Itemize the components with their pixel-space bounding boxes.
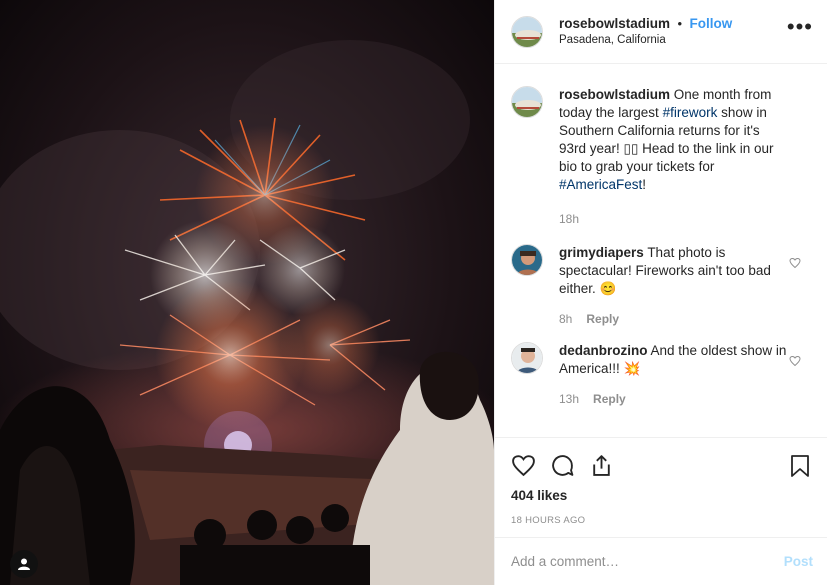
post-sidebar: rosebowlstadium • Follow Pasadena, Calif…: [494, 0, 827, 585]
comment-time[interactable]: 8h: [559, 312, 572, 326]
like-comment-icon[interactable]: [789, 256, 801, 274]
reply-button[interactable]: Reply: [586, 312, 619, 326]
comment-item: grimydiapers That photo is spectacular! …: [511, 244, 811, 328]
avatar[interactable]: [511, 15, 543, 48]
add-comment-bar: Add a comment… Post: [495, 537, 827, 585]
instagram-post: rosebowlstadium • Follow Pasadena, Calif…: [0, 0, 827, 585]
post-header: rosebowlstadium • Follow Pasadena, Calif…: [495, 0, 827, 64]
separator: •: [677, 15, 683, 31]
bookmark-icon[interactable]: [789, 454, 811, 483]
like-heart-icon[interactable]: [511, 453, 536, 478]
avatar[interactable]: [511, 244, 543, 276]
comment-time[interactable]: 13h: [559, 392, 579, 406]
share-icon[interactable]: [589, 453, 614, 478]
hashtag-link[interactable]: #AmericaFest: [559, 177, 642, 192]
follow-button[interactable]: Follow: [690, 16, 733, 31]
more-options-icon[interactable]: •••: [787, 16, 813, 38]
avatar[interactable]: [511, 86, 543, 118]
hashtag-link[interactable]: #firework: [663, 105, 718, 120]
post-photo[interactable]: [0, 0, 494, 585]
comment-input[interactable]: Add a comment…: [511, 554, 619, 569]
post-actions: 404 likes 18 HOURS AGO: [495, 437, 827, 526]
comment-bubble-icon[interactable]: [550, 453, 575, 478]
caption-text: !: [642, 177, 647, 192]
location-link[interactable]: Pasadena, California: [559, 32, 732, 49]
tagged-users-icon[interactable]: [10, 550, 38, 578]
comment-username[interactable]: dedanbrozino: [559, 343, 648, 358]
comment-username[interactable]: grimydiapers: [559, 245, 644, 260]
caption-time[interactable]: 18h: [559, 212, 579, 226]
caption-username[interactable]: rosebowlstadium: [559, 87, 670, 102]
reply-button[interactable]: Reply: [593, 392, 626, 406]
fireworks-image: [0, 0, 494, 585]
post-comment-button[interactable]: Post: [784, 554, 813, 569]
author-username[interactable]: rosebowlstadium: [559, 16, 670, 31]
caption: rosebowlstadium One month from today the…: [511, 86, 811, 228]
comments-list[interactable]: rosebowlstadium One month from today the…: [495, 64, 827, 437]
post-timestamp[interactable]: 18 HOURS AGO: [511, 515, 811, 526]
comment-item: dedanbrozino And the oldest show in Amer…: [511, 342, 811, 408]
avatar[interactable]: [511, 342, 543, 374]
like-comment-icon[interactable]: [789, 354, 801, 372]
